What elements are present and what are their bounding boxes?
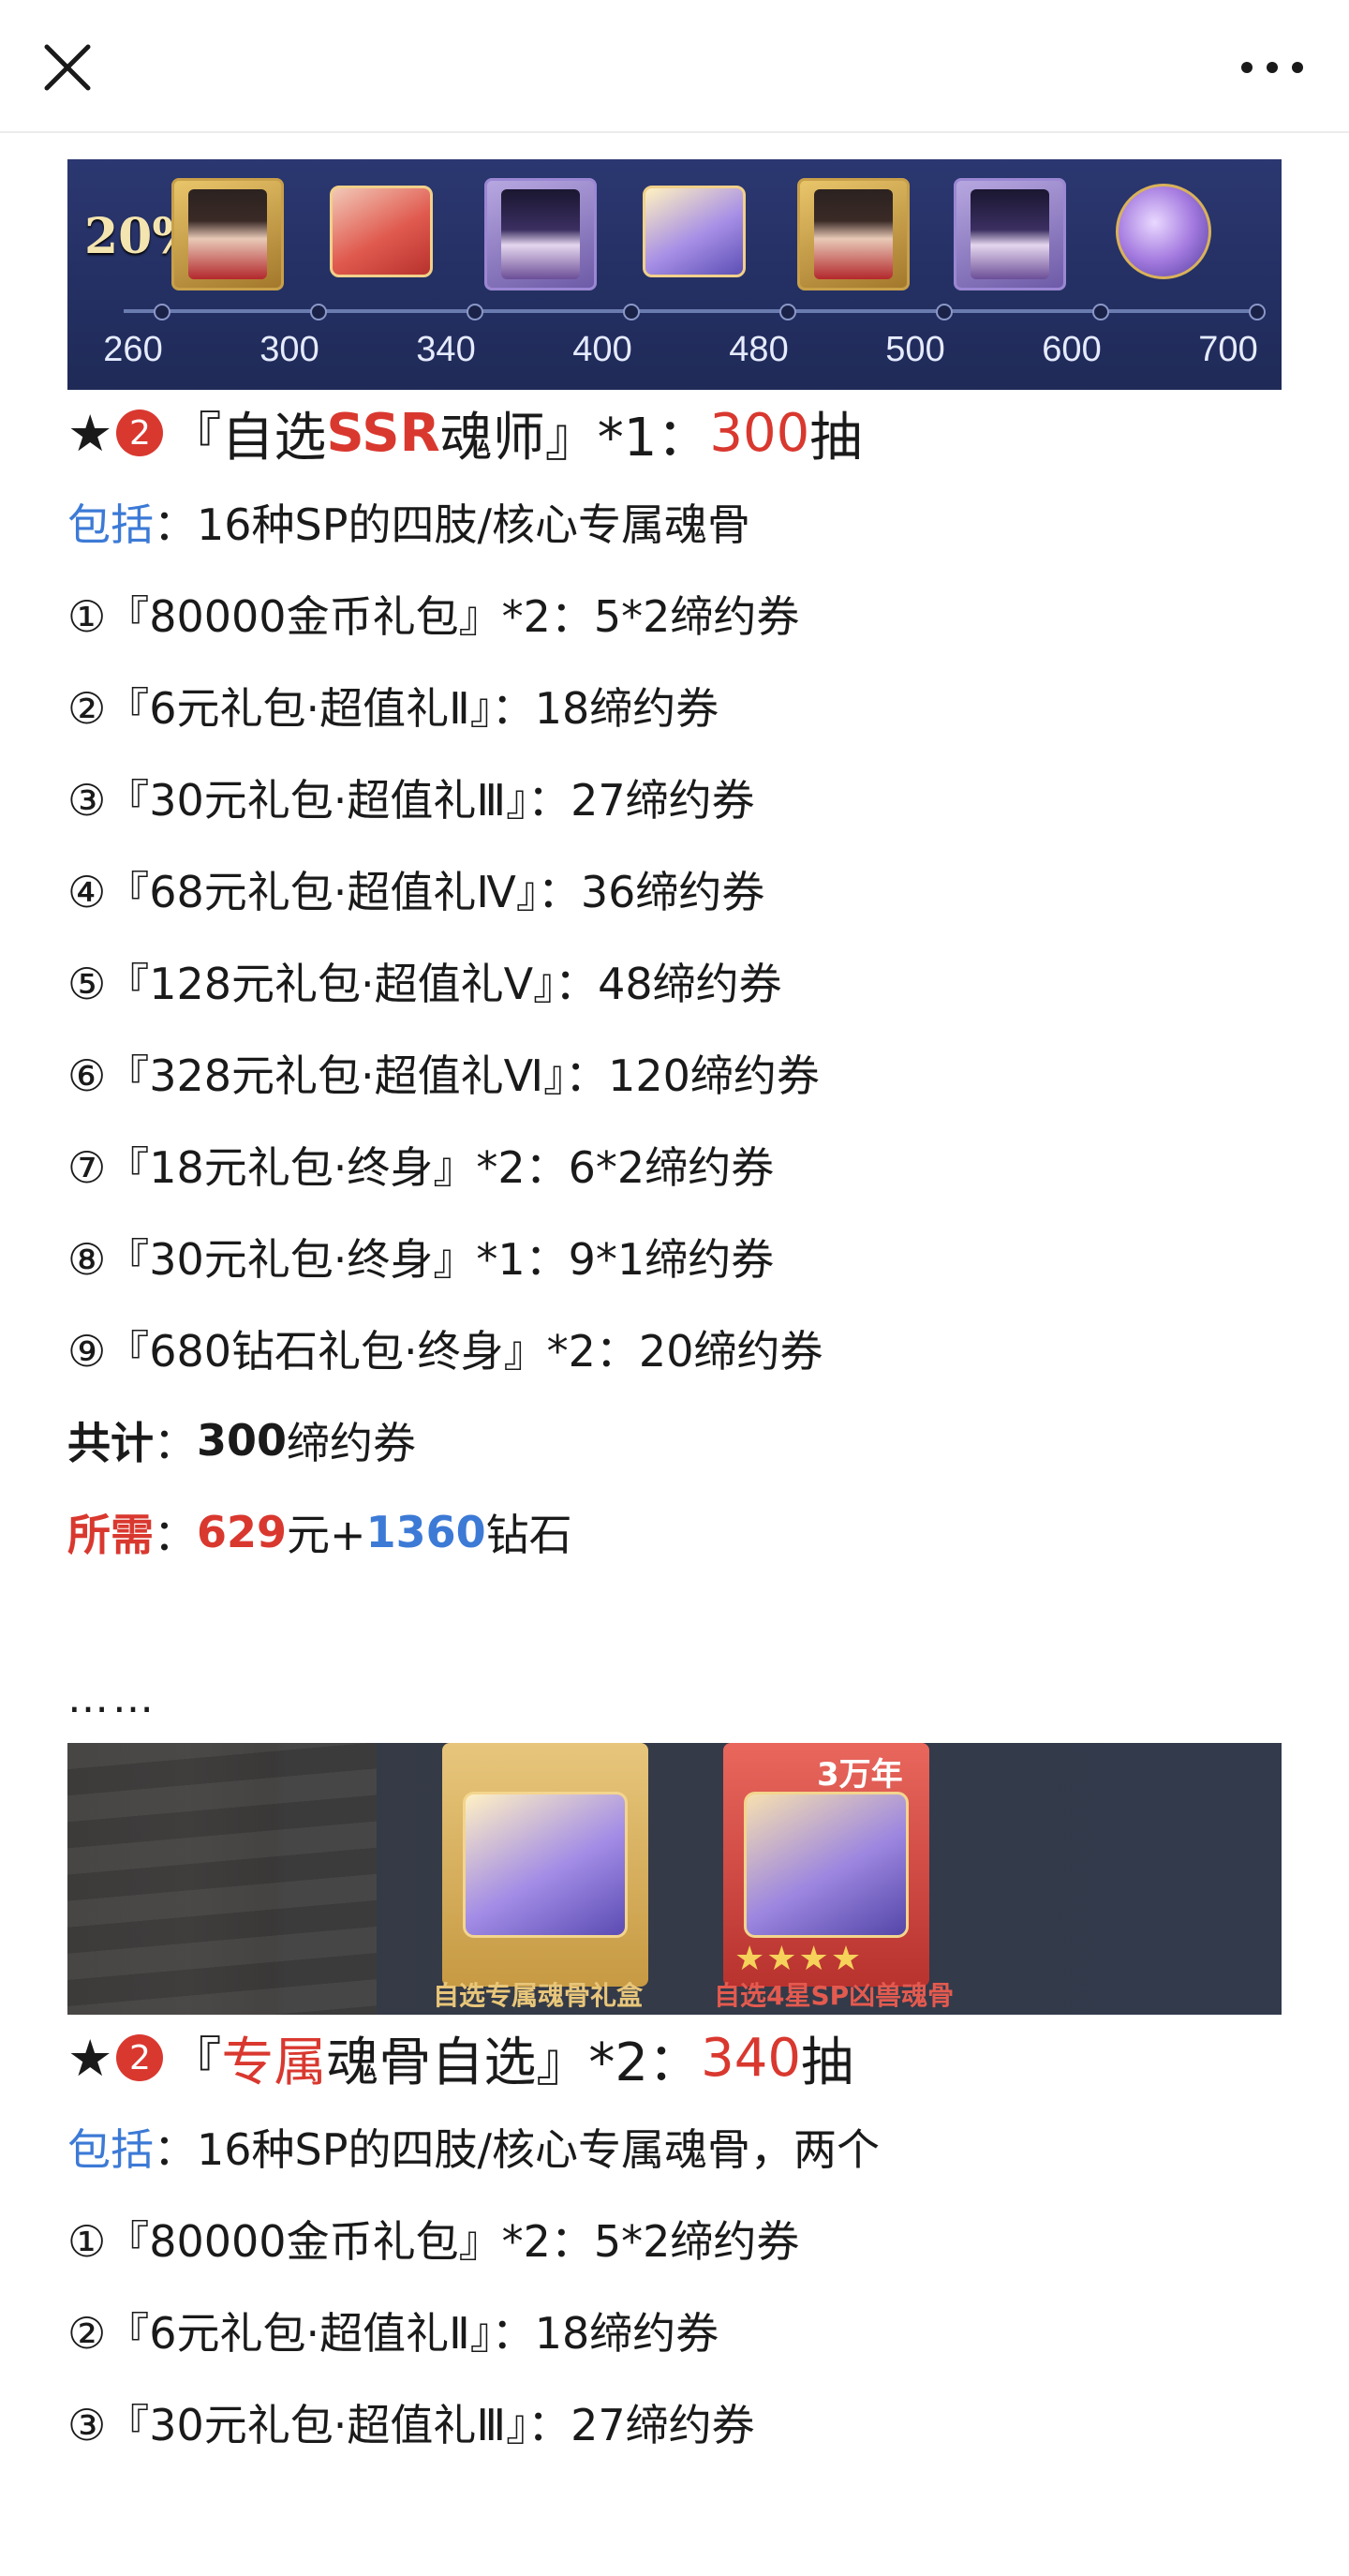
hero-reward-card (954, 178, 1066, 290)
red-chest-reward (328, 178, 435, 285)
progress-tick-label: 300 (259, 330, 319, 369)
list-item: ③『30元礼包·超值礼Ⅲ』：27缔约券 (67, 2400, 755, 2450)
progress-dot (1249, 304, 1266, 320)
total-label: 共计 (67, 1418, 154, 1468)
ellipsis: …… (67, 1674, 157, 1722)
includes-text: ：16种SP的四肢/核心专属魂骨 (154, 499, 750, 550)
progress-dot (310, 304, 327, 320)
number-badge: 2 (116, 409, 164, 456)
bone-reward-banner: 3万年 ★★★★ 自选专属魂骨礼盒 自选4星SP凶兽魂骨 (67, 1743, 1282, 2015)
total-value: 300 (197, 1415, 288, 1466)
heading-count: 340 (701, 2027, 801, 2089)
list-item: ⑦『18元礼包·终身』*2：6*2缔约券 (67, 1142, 775, 1193)
exclusive-bone-giftbox-card (442, 1743, 648, 1987)
list-item: ⑨『680钻石礼包·终身』*2：20缔约券 (67, 1326, 823, 1377)
progress-dot (1092, 304, 1109, 320)
hero-portrait (814, 189, 893, 279)
need-money: 629 (197, 1507, 288, 1557)
need-diamond: 1360 (365, 1507, 486, 1557)
includes-label: 包括 (67, 499, 154, 550)
includes-label: 包括 (67, 2124, 154, 2175)
heading-accent: 专属 (221, 2032, 327, 2093)
heading-rest: 魂骨自选』*2： (326, 2032, 702, 2093)
list-item: ①『80000金币礼包』*2：5*2缔约券 (67, 591, 800, 642)
progress-track (124, 309, 1253, 313)
gold-chest-reward (641, 178, 748, 285)
number-badge: 2 (116, 2034, 164, 2081)
orb-icon (1116, 184, 1211, 279)
section2-heading: ★ 2 『专属 魂骨自选』*2： 340 抽 (67, 2015, 1282, 2101)
progress-tick-label: 600 (1042, 330, 1102, 369)
close-icon (44, 44, 91, 91)
gift-box-icon (463, 1792, 628, 1938)
background-stairs (67, 1743, 377, 2015)
total-line: 共计： 300 缔约券 (67, 1394, 1282, 1486)
more-dots-icon (1241, 62, 1303, 73)
list-item: ①『80000金币礼包』*2：5*2缔约券 (67, 2216, 800, 2267)
progress-dot (467, 304, 483, 320)
heading-open: 『自选 (169, 407, 327, 469)
need-label: 所需 (67, 1510, 154, 1560)
progress-tick-label: 400 (572, 330, 632, 369)
progress-dot (623, 304, 640, 320)
rating-stars: ★★★★ (734, 1940, 864, 1978)
progress-tick-label: 700 (1198, 330, 1258, 369)
progress-tick-label: 260 (103, 330, 163, 369)
article-content: 20% 260 300 340 400 480 500 600 700 ★ 2 『自选 SSR 魂… (67, 159, 1282, 2468)
hero-reward-card (484, 178, 597, 290)
caption-left: 自选专属魂骨礼盒 (433, 1980, 644, 2011)
progress-tick-label: 480 (729, 330, 789, 369)
chest-icon (330, 186, 433, 277)
heading-unit: 抽 (809, 407, 863, 469)
section1-heading: ★ 2 『自选 SSR 魂师』*1： 300 抽 (67, 390, 1282, 476)
includes-text: ：16种SP的四肢/核心专属魂骨，两个 (154, 2124, 880, 2175)
heading-unit: 抽 (800, 2032, 853, 2093)
reward-progress-banner: 20% 260 300 340 400 480 500 600 700 (67, 159, 1282, 390)
need-money-unit: 元+ (287, 1510, 366, 1560)
list-item: ③『30元礼包·超值礼Ⅲ』：27缔约券 (67, 775, 755, 826)
list-item: ②『6元礼包·超值礼Ⅱ』：18缔约券 (67, 2308, 719, 2359)
list-item: ⑧『30元礼包·终身』*1：9*1缔约券 (67, 1234, 775, 1285)
list-item: ②『6元礼包·超值礼Ⅱ』：18缔约券 (67, 683, 719, 734)
progress-tick-label: 340 (416, 330, 476, 369)
hero-reward-card (797, 178, 910, 290)
progress-tick-label: 500 (885, 330, 945, 369)
need-diamond-unit: 钻石 (485, 1510, 572, 1560)
heading-open: 『 (169, 2032, 222, 2093)
heading-rest: 魂师』*1： (439, 407, 710, 469)
star-icon: ★ (67, 2028, 113, 2088)
heading-count: 300 (709, 402, 810, 464)
list-item: ⑤『128元礼包·超值礼Ⅴ』：48缔约券 (67, 959, 782, 1009)
includes-line: 包括 ：16种SP的四肢/核心专属魂骨 (67, 476, 1282, 568)
star-icon: ★ (67, 403, 113, 463)
hero-portrait (501, 189, 580, 279)
progress-dot (779, 304, 796, 320)
required-line: 所需： 629 元+ 1360 钻石 (67, 1486, 1282, 1578)
hero-portrait (971, 189, 1049, 279)
hero-portrait (188, 189, 267, 279)
list-item: ④『68元礼包·超值礼Ⅳ』：36缔约券 (67, 867, 765, 917)
total-unit: 缔约券 (287, 1418, 417, 1468)
chest-icon (643, 186, 746, 277)
close-button[interactable] (28, 28, 107, 107)
more-options-button[interactable] (1233, 28, 1312, 107)
includes-line: 包括 ：16种SP的四肢/核心专属魂骨，两个 (67, 2101, 1282, 2193)
top-nav-bar (0, 0, 1349, 133)
total-sep: ： (154, 1418, 197, 1468)
orb-reward (1110, 178, 1217, 285)
caption-right: 自选4星SP凶兽魂骨 (714, 1980, 955, 2011)
beast-chest-icon (744, 1792, 909, 1938)
need-sep: ： (154, 1510, 197, 1560)
hero-reward-card (171, 178, 284, 290)
progress-dot (936, 304, 953, 320)
age-label: 3万年 (817, 1756, 903, 1794)
heading-accent: SSR (326, 402, 440, 464)
list-item: ⑥『328元礼包·超值礼Ⅵ』：120缔约券 (67, 1050, 820, 1101)
progress-dot (154, 304, 170, 320)
